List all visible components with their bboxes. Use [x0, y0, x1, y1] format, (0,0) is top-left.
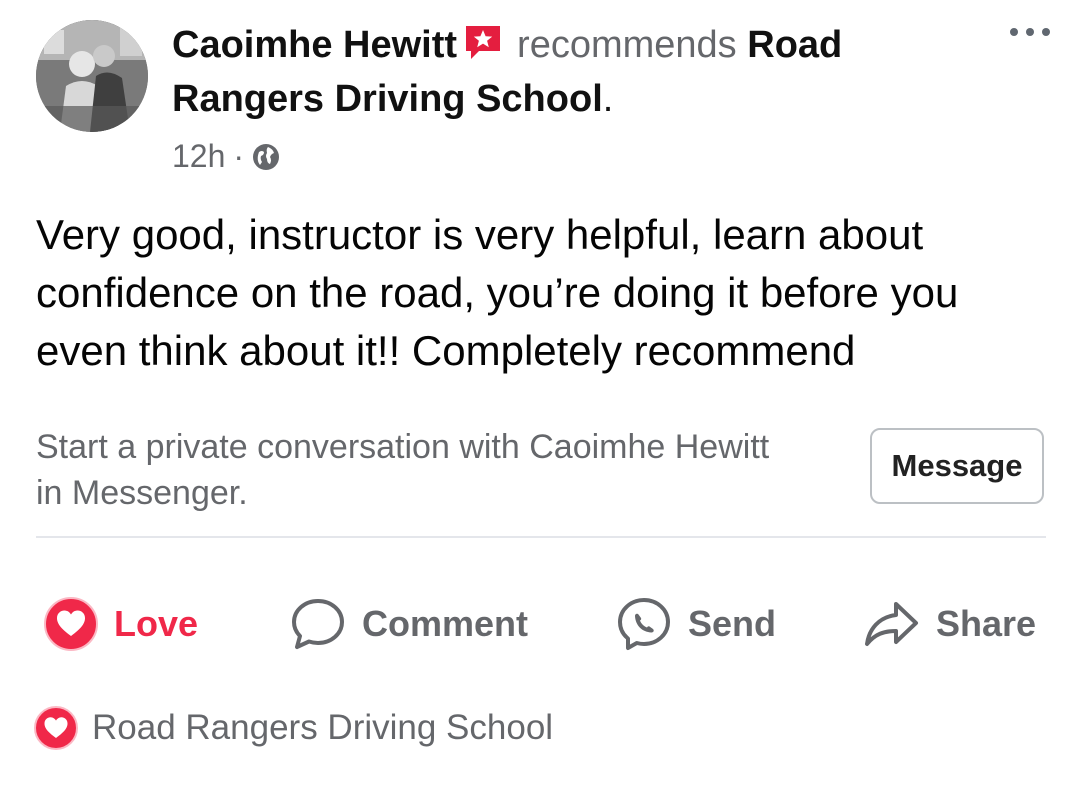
share-icon	[862, 599, 920, 649]
reaction-summary[interactable]: Road Rangers Driving School	[34, 706, 553, 750]
divider	[36, 536, 1046, 538]
post-text: Very good, instructor is very helpful, l…	[36, 211, 959, 374]
love-button[interactable]: Love	[44, 594, 198, 654]
timestamp[interactable]: 12h	[172, 138, 225, 175]
comment-label: Comment	[362, 603, 529, 644]
messenger-prompt: Start a private conversation with Caoimh…	[36, 428, 770, 512]
post-meta: 12h ·	[172, 138, 280, 175]
recommendation-badge-icon	[463, 23, 503, 74]
share-button[interactable]: Share	[862, 594, 1036, 654]
comment-icon	[290, 597, 346, 651]
globe-icon	[252, 143, 280, 171]
recommends-text: recommends	[517, 24, 737, 66]
love-label: Love	[114, 603, 199, 644]
post-header: Caoimhe Hewitt recommends Road Rangers Dr…	[172, 20, 972, 124]
messenger-icon	[616, 596, 672, 652]
author-name[interactable]: Caoimhe Hewitt	[172, 24, 457, 66]
share-label: Share	[936, 603, 1037, 644]
love-reaction-icon	[34, 706, 78, 750]
period: .	[602, 78, 614, 120]
send-label: Send	[688, 603, 777, 644]
avatar[interactable]	[36, 20, 148, 132]
reactor-name: Road Rangers Driving School	[92, 708, 554, 747]
message-button[interactable]: Message	[870, 428, 1044, 504]
love-reaction-icon	[44, 597, 98, 651]
meta-separator: ·	[233, 138, 245, 174]
send-button[interactable]: Send	[616, 594, 776, 654]
comment-button[interactable]: Comment	[290, 594, 528, 654]
more-options-icon[interactable]	[1010, 28, 1050, 36]
